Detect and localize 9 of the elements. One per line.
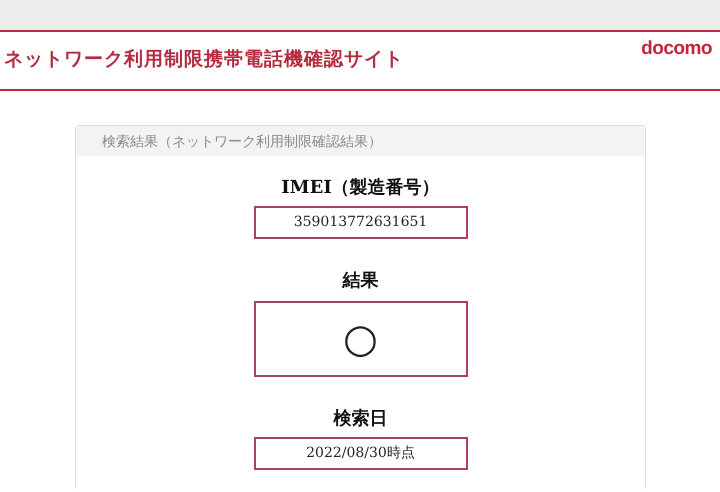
field-label: 検索日 bbox=[334, 407, 388, 431]
value-box: 359013772631651 bbox=[254, 206, 468, 239]
docomo-logo: docomo bbox=[641, 37, 712, 61]
field-label: 結果 bbox=[342, 269, 378, 293]
value-box: 2022/08/30時点 bbox=[254, 437, 468, 470]
field-label: IMEI（製造番号） bbox=[281, 176, 440, 200]
site-title: ネットワーク利用制限携帯電話機確認サイト bbox=[4, 48, 404, 72]
card-heading: 検索結果（ネットワーク利用制限確認結果） bbox=[102, 132, 382, 150]
result-mark: ○ bbox=[343, 319, 378, 359]
